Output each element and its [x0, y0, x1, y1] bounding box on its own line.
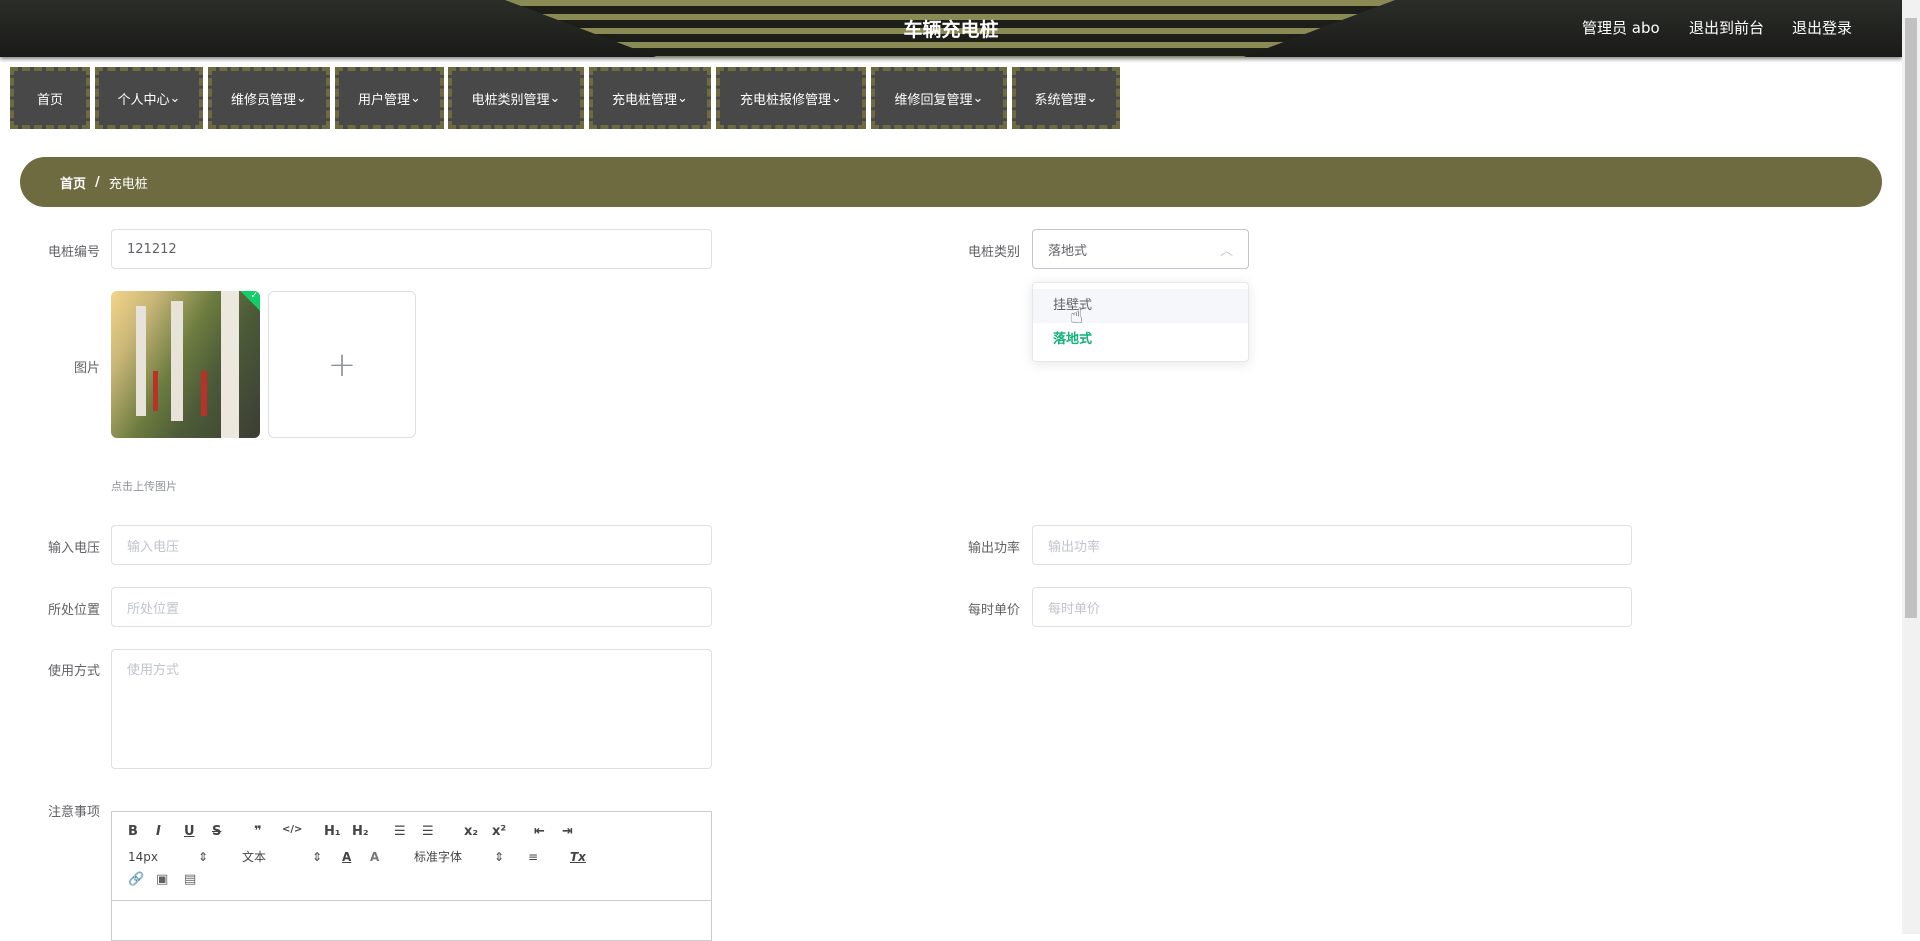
nav-label: 维修回复管理	[894, 92, 973, 108]
bullet-list-icon[interactable]: ☰	[422, 824, 464, 839]
logout-link[interactable]: 退出登录	[1792, 17, 1852, 38]
voltage-label: 输入电压	[47, 541, 100, 556]
nav-repair-replies[interactable]: 维修回复管理 ⌄	[871, 67, 1007, 129]
category-value: 落地式	[1048, 243, 1088, 259]
category-select[interactable]: 落地式 ︿	[1032, 229, 1249, 269]
h2-icon[interactable]: H₂	[352, 824, 394, 839]
nav-label: 首页	[36, 92, 63, 108]
quote-icon[interactable]: ❞	[254, 824, 282, 839]
outdent-icon[interactable]: ⇤	[534, 824, 562, 839]
editor-toolbar-row1: B I U S ❞ </> H₁ H₂ ☰ ☰ x₂ x² ⇤ ⇥	[128, 824, 590, 839]
updown-icon: ⇕	[312, 849, 323, 864]
chevron-down-icon: ⌄	[410, 90, 421, 106]
category-dropdown: 挂壁式 落地式	[1032, 282, 1249, 362]
option-floor[interactable]: 落地式	[1033, 323, 1248, 357]
nav-repairers[interactable]: 维修员管理 ⌄	[208, 67, 330, 129]
font-color-icon[interactable]: A	[342, 850, 370, 864]
hand-cursor-icon: ☝	[1070, 304, 1084, 329]
breadcrumb-separator: /	[95, 174, 100, 190]
background-color-icon[interactable]: A	[370, 850, 414, 864]
nav-personal[interactable]: 个人中心 ⌄	[95, 67, 203, 129]
chevron-down-icon: ⌄	[1086, 90, 1098, 106]
chevron-down-icon: ⌄	[677, 90, 688, 106]
chevron-down-icon: ⌄	[296, 90, 307, 106]
uploaded-image[interactable]: ✓	[111, 291, 260, 438]
price-label: 每时单价	[967, 603, 1020, 618]
italic-icon[interactable]: I	[156, 824, 184, 839]
chevron-up-icon: ︿	[1219, 243, 1233, 259]
usage-textarea[interactable]: 使用方式	[111, 649, 712, 769]
size-select[interactable]: 14px	[128, 850, 198, 864]
updown-icon: ⇕	[198, 849, 209, 864]
editor-toolbar-row2: 14px ⇕ 文本 ⇕ A A 标准字体 ⇕ ≡ Tx	[128, 848, 586, 865]
upload-button[interactable]: +	[268, 291, 416, 438]
code-input[interactable]: 121212	[111, 229, 712, 269]
breadcrumb-current: 充电桩	[108, 176, 148, 192]
image-label: 图片	[73, 361, 100, 376]
scrollbar-thumb[interactable]	[1905, 18, 1917, 618]
nav-pile-category[interactable]: 电桩类别管理 ⌄	[448, 67, 584, 129]
updown-icon: ⇕	[494, 849, 505, 864]
check-icon: ✓	[250, 291, 258, 301]
nav-label: 用户管理	[358, 92, 411, 108]
code-label: 电桩编号	[47, 245, 100, 260]
subscript-icon[interactable]: x₂	[464, 824, 492, 839]
breadcrumb: 首页 / 充电桩	[20, 157, 1882, 207]
code-icon[interactable]: </>	[282, 824, 324, 839]
chevron-down-icon: ⌄	[549, 90, 561, 106]
usage-label: 使用方式	[47, 664, 100, 679]
breadcrumb-home[interactable]: 首页	[60, 173, 86, 192]
font-select[interactable]: 标准字体	[414, 848, 494, 865]
location-input[interactable]: 所处位置	[111, 587, 712, 627]
price-input[interactable]: 每时单价	[1032, 587, 1632, 627]
align-icon[interactable]: ≡	[528, 850, 570, 864]
nav-label: 系统管理	[1034, 92, 1087, 108]
clear-format-icon[interactable]: Tx	[570, 850, 586, 864]
voltage-input[interactable]: 输入电压	[111, 525, 712, 565]
front-link[interactable]: 退出到前台	[1689, 17, 1764, 38]
editor-toolbar-row3: 🔗 ▣ ▤	[128, 872, 196, 887]
option-wall[interactable]: 挂壁式	[1033, 289, 1248, 323]
video-icon[interactable]: ▤	[184, 872, 196, 887]
strike-icon[interactable]: S	[212, 824, 254, 839]
h1-icon[interactable]: H₁	[324, 824, 352, 839]
nav-home[interactable]: 首页	[10, 67, 90, 129]
indent-icon[interactable]: ⇥	[562, 824, 590, 839]
underline-icon[interactable]: U	[184, 824, 212, 839]
header-select[interactable]: 文本	[242, 848, 312, 865]
ordered-list-icon[interactable]: ☰	[394, 824, 422, 839]
power-label: 输出功率	[967, 541, 1020, 556]
plus-icon: +	[327, 344, 357, 385]
nav-repair-reports[interactable]: 充电桩报修管理 ⌄	[716, 67, 866, 129]
nav-system[interactable]: 系统管理 ⌄	[1012, 67, 1120, 129]
chevron-down-icon: ⌄	[169, 90, 181, 106]
upload-hint: 点击上传图片	[111, 480, 177, 493]
category-label: 电桩类别	[967, 245, 1020, 260]
nav-label: 维修员管理	[231, 92, 297, 108]
superscript-icon[interactable]: x²	[492, 824, 534, 839]
notes-label: 注意事项	[47, 805, 100, 820]
nav-label: 个人中心	[117, 92, 170, 108]
nav-label: 充电桩管理	[612, 92, 678, 108]
location-label: 所处位置	[47, 603, 100, 618]
nav-users[interactable]: 用户管理 ⌄	[335, 67, 444, 129]
nav-piles[interactable]: 充电桩管理 ⌄	[589, 67, 711, 129]
editor-content[interactable]	[112, 900, 711, 901]
image-icon[interactable]: ▣	[156, 872, 184, 887]
chevron-down-icon: ⌄	[972, 90, 984, 106]
power-input[interactable]: 输出功率	[1032, 525, 1632, 565]
admin-user: 管理员 abo	[1582, 19, 1660, 37]
nav-label: 电桩类别管理	[471, 92, 550, 108]
rich-text-editor: B I U S ❞ </> H₁ H₂ ☰ ☰ x₂ x² ⇤ ⇥ 14px ⇕ 文本 ⇕ A A 标准字体 ⇕ ≡ Tx …	[111, 811, 712, 941]
link-icon[interactable]: 🔗	[128, 872, 156, 887]
chevron-down-icon: ⌄	[831, 90, 842, 106]
nav-label: 充电桩报修管理	[740, 92, 832, 108]
bold-icon[interactable]: B	[128, 824, 156, 839]
